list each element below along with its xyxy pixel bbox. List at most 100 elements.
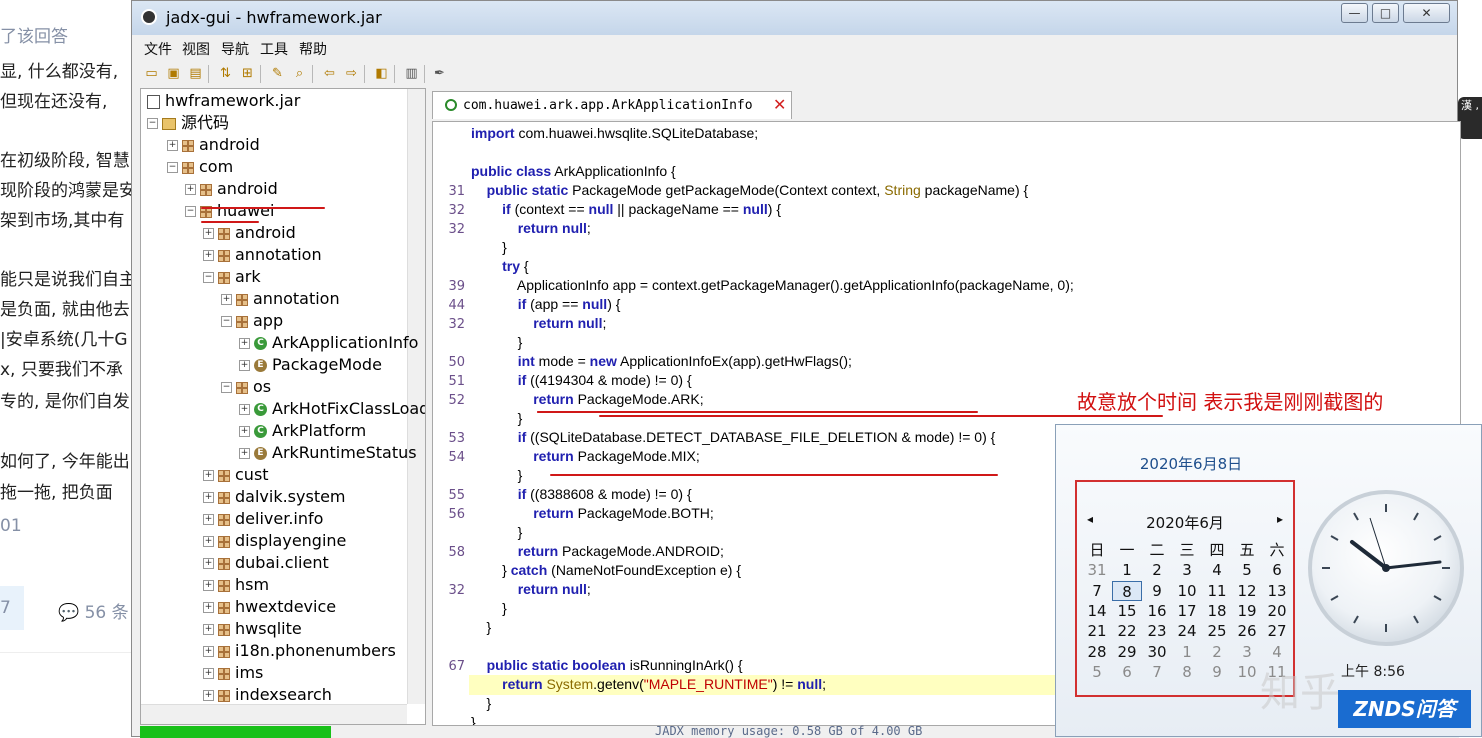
- flatten-icon[interactable]: ⊞: [240, 66, 255, 81]
- menu-view[interactable]: 视图: [182, 39, 210, 59]
- tree-node[interactable]: + indexsearch: [203, 684, 332, 706]
- code-line[interactable]: }: [471, 619, 492, 635]
- expand-icon[interactable]: +: [203, 580, 214, 591]
- calendar-day[interactable]: 21: [1082, 621, 1112, 641]
- code-line[interactable]: return System.getenv("MAPLE_RUNTIME") !=…: [471, 676, 826, 692]
- code-line[interactable]: import com.huawei.hwsqlite.SQLiteDatabas…: [471, 125, 758, 141]
- collapse-icon[interactable]: −: [167, 162, 178, 173]
- tree-node[interactable]: + C ArkHotFixClassLoader: [239, 398, 425, 420]
- calendar-day[interactable]: 23: [1142, 621, 1172, 641]
- close-button[interactable]: ✕: [1403, 3, 1450, 23]
- tree-node[interactable]: + ims: [203, 662, 263, 684]
- calendar-day[interactable]: 8: [1172, 662, 1202, 682]
- code-line[interactable]: if (context == null || packageName == nu…: [471, 201, 781, 217]
- calendar-day[interactable]: 18: [1202, 601, 1232, 621]
- code-line[interactable]: return null;: [471, 315, 606, 331]
- expand-icon[interactable]: +: [203, 514, 214, 525]
- tree-node[interactable]: + hwextdevice: [203, 596, 336, 618]
- calendar-day[interactable]: 3: [1172, 560, 1202, 580]
- tree-node[interactable]: + android: [203, 222, 296, 244]
- expand-icon[interactable]: +: [239, 426, 250, 437]
- sync-icon[interactable]: ⇅: [218, 66, 233, 81]
- calendar-day[interactable]: 10: [1172, 581, 1202, 601]
- calendar-day[interactable]: 22: [1112, 621, 1142, 641]
- tree-horizontal-scrollbar[interactable]: [141, 704, 407, 724]
- tree-node[interactable]: − os: [221, 376, 271, 398]
- tree-node[interactable]: − app: [221, 310, 283, 332]
- code-line[interactable]: return PackageMode.MIX;: [471, 448, 700, 464]
- code-line[interactable]: return PackageMode.ANDROID;: [471, 543, 724, 559]
- calendar-day[interactable]: 27: [1262, 621, 1292, 641]
- text-search-icon[interactable]: ✎: [270, 66, 285, 81]
- tree-node[interactable]: + android: [167, 134, 260, 156]
- code-line[interactable]: public static PackageMode getPackageMode…: [471, 182, 1029, 198]
- calendar-day[interactable]: 13: [1262, 581, 1292, 601]
- calendar-day[interactable]: 11: [1202, 581, 1232, 601]
- calendar-day[interactable]: 26: [1232, 621, 1262, 641]
- code-line[interactable]: return PackageMode.BOTH;: [471, 505, 714, 521]
- menu-tools[interactable]: 工具: [260, 39, 288, 59]
- tree-node[interactable]: − huawei: [185, 200, 274, 222]
- calendar-day[interactable]: 19: [1232, 601, 1262, 621]
- calendar-day[interactable]: 2: [1202, 642, 1232, 662]
- log-icon[interactable]: ▥: [404, 66, 419, 81]
- expand-icon[interactable]: +: [203, 646, 214, 657]
- tree-node[interactable]: hwframework.jar: [147, 90, 300, 112]
- expand-icon[interactable]: +: [203, 250, 214, 261]
- ime-indicator[interactable]: 漢 ,: [1458, 97, 1482, 139]
- tab-arkapplicationinfo[interactable]: com.huawei.ark.app.ArkApplicationInfo ✕: [432, 91, 792, 119]
- expand-icon[interactable]: +: [203, 558, 214, 569]
- tree-node[interactable]: + dubai.client: [203, 552, 329, 574]
- minimize-button[interactable]: —: [1341, 3, 1368, 23]
- month-label[interactable]: 2020年6月: [1077, 512, 1293, 533]
- title-bar[interactable]: jadx-gui - hwframework.jar — □ ✕: [132, 1, 1457, 35]
- close-icon[interactable]: ✕: [773, 95, 786, 114]
- tree-node[interactable]: + cust: [203, 464, 269, 486]
- calendar-day[interactable]: 5: [1232, 560, 1262, 580]
- maximize-button[interactable]: □: [1372, 3, 1399, 23]
- code-line[interactable]: if ((SQLiteDatabase.DETECT_DATABASE_FILE…: [471, 429, 996, 445]
- class-tree[interactable]: hwframework.jar − 源代码 + android − com + android −…: [140, 88, 426, 725]
- calendar-day[interactable]: 1: [1112, 560, 1142, 580]
- full-date-link[interactable]: 2020年6月8日: [1056, 453, 1326, 474]
- expand-icon[interactable]: +: [203, 602, 214, 613]
- add-files-icon[interactable]: ▣: [166, 66, 181, 81]
- calendar-day[interactable]: 4: [1262, 642, 1292, 662]
- calendar-day[interactable]: 25: [1202, 621, 1232, 641]
- tree-node[interactable]: + dalvik.system: [203, 486, 346, 508]
- calendar-day[interactable]: 15: [1112, 601, 1142, 621]
- calendar-day[interactable]: 6: [1262, 560, 1292, 580]
- back-icon[interactable]: ⇦: [322, 66, 337, 81]
- code-line[interactable]: }: [471, 410, 523, 426]
- save-all-icon[interactable]: ▤: [188, 66, 203, 81]
- collapse-icon[interactable]: −: [221, 382, 232, 393]
- tree-node[interactable]: + C ArkPlatform: [239, 420, 366, 442]
- code-line[interactable]: }: [471, 524, 523, 540]
- code-line[interactable]: }: [471, 239, 507, 255]
- preferences-icon[interactable]: ✒: [432, 66, 447, 81]
- calendar-day[interactable]: 2: [1142, 560, 1172, 580]
- calendar-day[interactable]: 4: [1202, 560, 1232, 580]
- code-line[interactable]: }: [471, 334, 523, 350]
- calendar-day[interactable]: 7: [1142, 662, 1172, 682]
- calendar-day[interactable]: 29: [1112, 642, 1142, 662]
- collapse-icon[interactable]: −: [147, 118, 158, 129]
- expand-icon[interactable]: +: [203, 668, 214, 679]
- calendar-day[interactable]: 10: [1232, 662, 1262, 682]
- menu-help[interactable]: 帮助: [299, 39, 327, 59]
- tree-node[interactable]: + C ArkApplicationInfo: [239, 332, 418, 354]
- calendar-day[interactable]: 30: [1142, 642, 1172, 662]
- tree-node[interactable]: − ark: [203, 266, 261, 288]
- comment-count[interactable]: 💬 56 条: [58, 598, 129, 623]
- code-line[interactable]: public static boolean isRunningInArk() {: [471, 657, 743, 673]
- expand-icon[interactable]: +: [203, 228, 214, 239]
- expand-icon[interactable]: +: [167, 140, 178, 151]
- code-line[interactable]: if ((4194304 & mode) != 0) {: [471, 372, 692, 388]
- calendar-day[interactable]: 8: [1112, 580, 1142, 601]
- expand-icon[interactable]: +: [203, 492, 214, 503]
- tree-node[interactable]: − com: [167, 156, 233, 178]
- expand-icon[interactable]: +: [203, 690, 214, 701]
- code-line[interactable]: if (app == null) {: [471, 296, 621, 312]
- expand-icon[interactable]: +: [203, 470, 214, 481]
- class-search-icon[interactable]: ⌕: [292, 66, 307, 81]
